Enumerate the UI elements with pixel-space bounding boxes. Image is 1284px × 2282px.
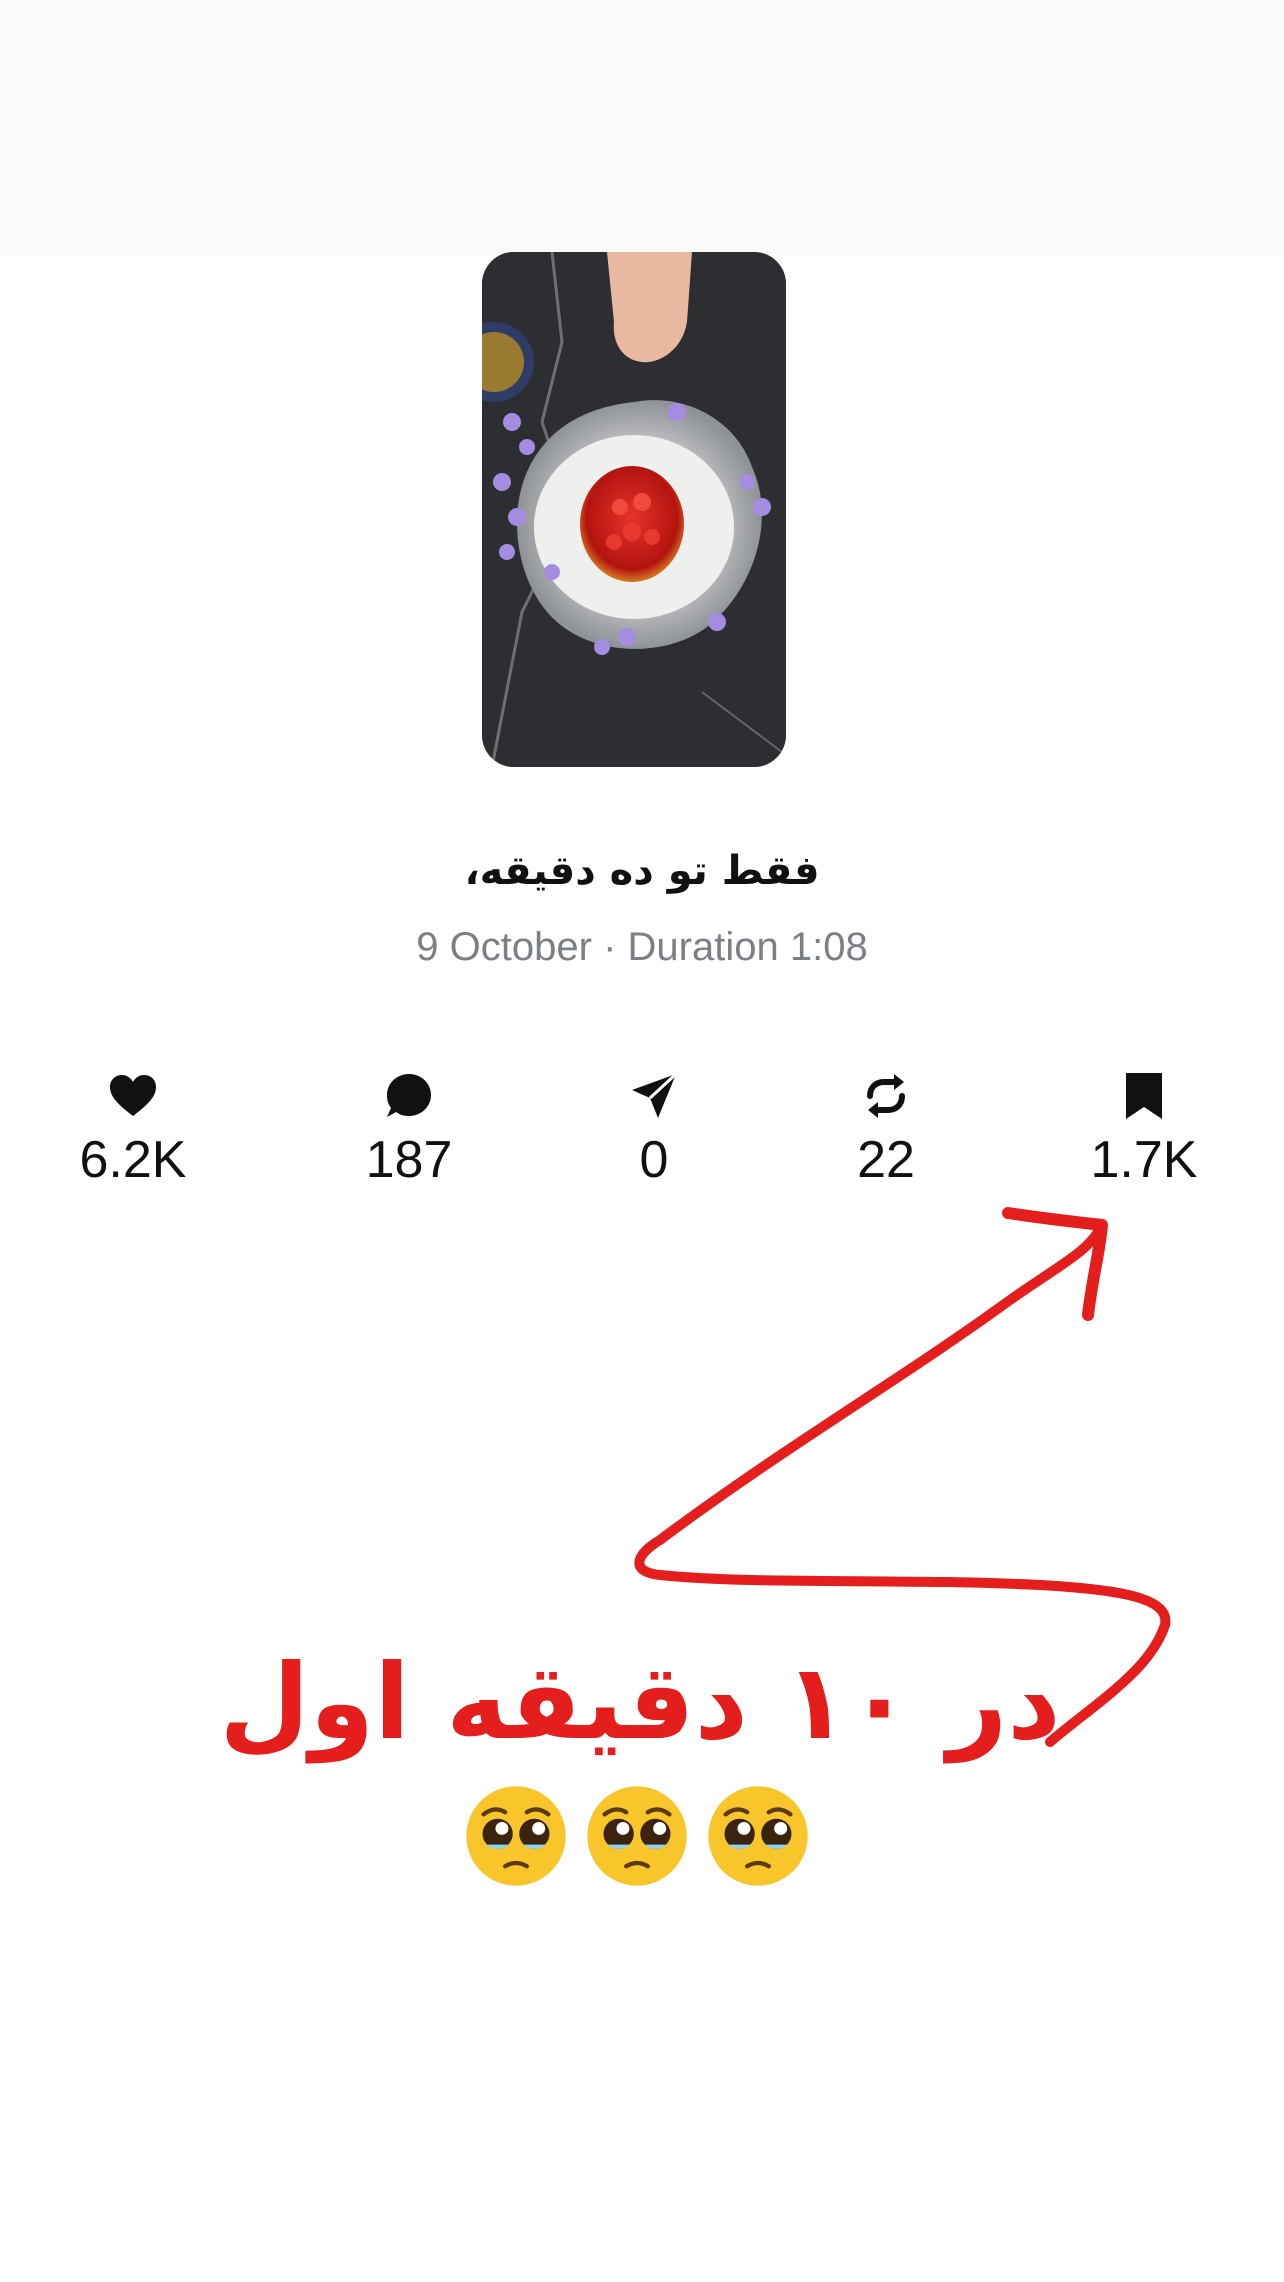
top-band <box>0 0 1284 255</box>
shares-stat[interactable]: 0 <box>544 1070 764 1186</box>
pleading-face-emoji-icon <box>587 1786 687 1886</box>
comment-bubble-icon <box>387 1074 431 1117</box>
likes-stat[interactable]: 6.2K <box>23 1070 243 1186</box>
send-icon <box>632 1072 678 1118</box>
saves-count: 1.7K <box>1090 1131 1198 1189</box>
pleading-face-emoji-icon <box>466 1786 566 1886</box>
shares-count: 0 <box>639 1131 669 1189</box>
pleading-face-emoji-icon <box>708 1786 808 1886</box>
repost-icon <box>867 1074 905 1118</box>
post-date: 9 October <box>416 925 592 969</box>
likes-count: 6.2K <box>79 1131 187 1189</box>
saves-stat[interactable]: 1.7K <box>1034 1070 1254 1186</box>
reposts-count: 22 <box>857 1131 915 1189</box>
post-caption: فقط تو ده دقیقه، <box>464 848 820 894</box>
meta-separator: · <box>603 925 617 969</box>
post-duration: Duration 1:08 <box>627 925 868 969</box>
post-meta: 9 October · Duration 1:08 <box>0 925 1284 970</box>
reposts-stat[interactable]: 22 <box>776 1070 996 1186</box>
heart-icon <box>110 1075 156 1116</box>
post-thumbnail[interactable] <box>482 252 786 767</box>
comments-count: 187 <box>365 1131 453 1189</box>
food-photo <box>482 252 786 767</box>
annotation-text: در ۱۰ دقیقه اول <box>219 1641 1061 1763</box>
bookmark-icon <box>1126 1073 1162 1119</box>
comments-stat[interactable]: 187 <box>299 1070 519 1186</box>
emoji-row <box>462 1782 822 1902</box>
